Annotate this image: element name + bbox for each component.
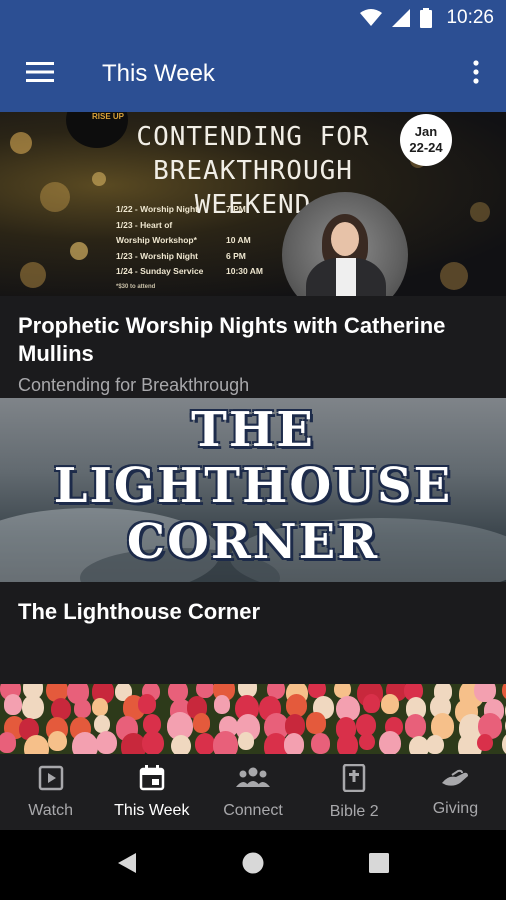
lighthouse-line-2: LIGHTHOUSE bbox=[53, 458, 453, 514]
card-title: The Lighthouse Corner bbox=[18, 599, 260, 624]
bokeh-light bbox=[470, 202, 490, 222]
card-title: Prophetic Worship Nights with Catherine … bbox=[18, 313, 446, 366]
nav-label: Watch bbox=[28, 801, 73, 819]
recents-button[interactable] bbox=[316, 830, 442, 900]
tulip bbox=[194, 732, 216, 754]
recents-icon bbox=[369, 852, 389, 878]
tulip bbox=[73, 699, 92, 719]
card-subtitle: Contending for Breakthrough bbox=[18, 375, 250, 395]
tulip bbox=[501, 684, 506, 701]
card-text: Prophetic Worship Nights with Catherine … bbox=[0, 296, 506, 398]
tulip bbox=[477, 733, 494, 752]
tulip bbox=[358, 732, 375, 751]
tulip bbox=[213, 731, 239, 754]
play-icon bbox=[38, 765, 64, 796]
schedule-time: 10 AM bbox=[226, 235, 251, 245]
nav-item-this-week[interactable]: This Week bbox=[101, 754, 202, 830]
home-icon bbox=[242, 852, 264, 879]
card-image: RISE UP CONTENDING FOR BREAKTHROUGH WEEK… bbox=[0, 112, 506, 296]
back-button[interactable] bbox=[64, 830, 190, 900]
battery-icon bbox=[420, 8, 433, 28]
tulip bbox=[237, 732, 255, 751]
content-feed[interactable]: RISE UP CONTENDING FOR BREAKTHROUGH WEEK… bbox=[0, 112, 506, 754]
feed-card[interactable]: RISE UP CONTENDING FOR BREAKTHROUGH WEEK… bbox=[0, 112, 506, 398]
bokeh-light bbox=[92, 172, 106, 186]
tulip bbox=[72, 732, 98, 754]
tulip bbox=[381, 694, 399, 714]
tulip bbox=[404, 714, 427, 738]
schedule-time bbox=[226, 218, 266, 234]
app-bar: This Week bbox=[0, 36, 506, 112]
tulip bbox=[0, 731, 17, 753]
system-navigation-bar bbox=[0, 830, 506, 900]
tulip bbox=[283, 732, 305, 754]
tulip bbox=[141, 730, 164, 754]
tulip bbox=[311, 733, 330, 754]
card-text: The Lighthouse Corner bbox=[0, 582, 506, 684]
nav-label: Bible 2 bbox=[329, 802, 379, 820]
schedule-time: 10:30 AM bbox=[226, 266, 264, 276]
tulip bbox=[3, 694, 23, 715]
bokeh-light bbox=[440, 262, 468, 290]
schedule-time: 7 PM bbox=[226, 204, 246, 214]
lighthouse-line-3: CORNER bbox=[126, 514, 380, 570]
nav-label: This Week bbox=[114, 801, 190, 819]
more-vertical-icon bbox=[473, 59, 479, 89]
menu-button[interactable] bbox=[0, 36, 80, 112]
back-icon bbox=[117, 852, 137, 879]
nav-label: Connect bbox=[223, 801, 283, 819]
hamburger-menu-icon bbox=[26, 61, 54, 87]
date-badge-days: 22-24 bbox=[409, 140, 443, 155]
tulip bbox=[91, 698, 108, 717]
tulip bbox=[95, 730, 118, 754]
status-time: 10:26 bbox=[446, 7, 494, 28]
calendar-icon bbox=[139, 764, 165, 796]
nav-item-connect[interactable]: Connect bbox=[202, 754, 303, 830]
home-button[interactable] bbox=[190, 830, 316, 900]
nav-item-giving[interactable]: Giving bbox=[405, 754, 506, 830]
bokeh-light bbox=[10, 132, 32, 154]
tulip bbox=[138, 694, 157, 714]
tulip bbox=[47, 730, 67, 752]
feed-card[interactable]: THE LIGHTHOUSE CORNER The Lighthouse Cor… bbox=[0, 398, 506, 684]
date-badge-month: Jan bbox=[414, 124, 438, 139]
overflow-menu-button[interactable] bbox=[446, 36, 506, 112]
nav-item-bible[interactable]: Bible 2 bbox=[304, 754, 405, 830]
portrait-shirt bbox=[336, 258, 356, 296]
tulip bbox=[378, 730, 402, 754]
bible-icon bbox=[342, 763, 366, 797]
portrait-face bbox=[331, 222, 359, 256]
wifi-icon bbox=[360, 9, 383, 27]
card-image: THE LIGHTHOUSE CORNER bbox=[0, 398, 506, 582]
page-title: This Week bbox=[102, 60, 215, 87]
bokeh-light bbox=[40, 182, 70, 212]
tulip bbox=[213, 695, 231, 714]
tulip bbox=[336, 732, 359, 754]
card-image bbox=[0, 684, 506, 754]
status-bar: 10:26 bbox=[0, 0, 506, 36]
feed-card[interactable] bbox=[0, 684, 506, 754]
tulip bbox=[501, 731, 506, 754]
date-badge: Jan 22-24 bbox=[400, 114, 452, 166]
nav-item-watch[interactable]: Watch bbox=[0, 754, 101, 830]
lighthouse-line-1: THE bbox=[191, 402, 315, 458]
schedule-note: *$30 to attend bbox=[116, 283, 156, 290]
tulip bbox=[171, 734, 191, 754]
bottom-navigation: Watch This Week Connect Bible 2 Giving bbox=[0, 754, 506, 830]
bokeh-light bbox=[70, 242, 88, 260]
bokeh-light bbox=[20, 262, 46, 288]
tulip bbox=[426, 735, 444, 754]
people-icon bbox=[236, 765, 270, 796]
signal-icon bbox=[392, 9, 411, 27]
schedule-time: 6 PM bbox=[226, 250, 246, 261]
tulip bbox=[22, 694, 45, 719]
tulip bbox=[362, 694, 380, 713]
tulip bbox=[306, 712, 326, 734]
event-times: 7 PM 10 AM 6 PM 10:30 AM bbox=[226, 202, 266, 280]
giving-hand-icon bbox=[440, 767, 470, 794]
tulip bbox=[24, 734, 50, 754]
tulip bbox=[192, 713, 211, 733]
nav-label: Giving bbox=[432, 799, 479, 817]
